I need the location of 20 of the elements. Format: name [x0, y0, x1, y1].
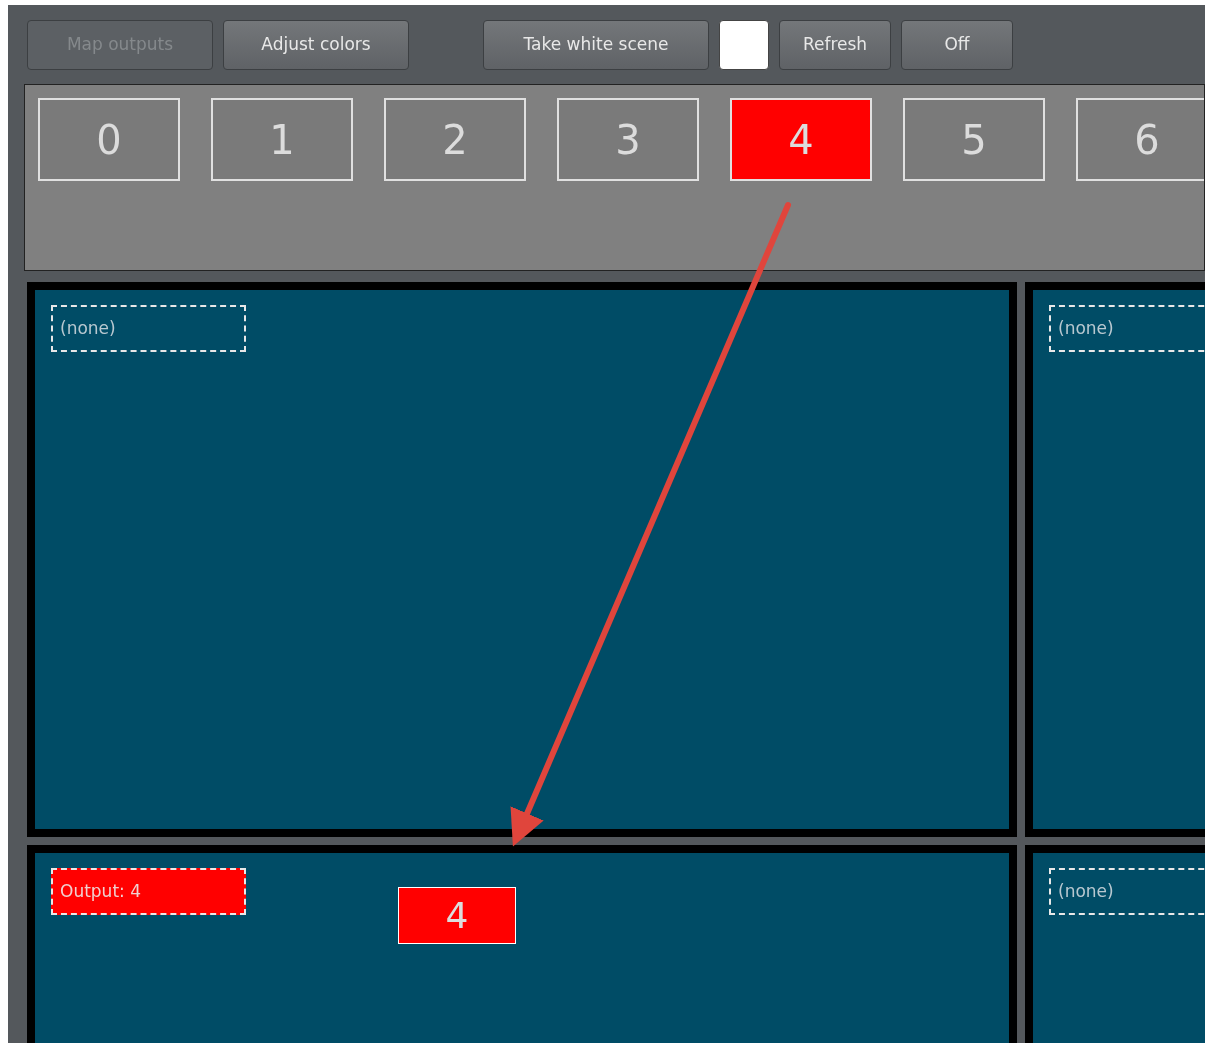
toolbar-button[interactable]: Adjust colors — [223, 19, 409, 70]
color-swatch[interactable] — [719, 19, 769, 70]
drag-tile[interactable]: 4 — [398, 887, 516, 944]
cell-label: (none) — [1049, 868, 1205, 915]
canvas-cell[interactable]: (none) — [27, 282, 1017, 837]
cell-label: (none) — [1049, 305, 1205, 352]
toolbar-button[interactable]: Off — [901, 19, 1013, 70]
cell-label: Output: 4 — [51, 868, 246, 915]
output-tile[interactable]: 1 — [211, 98, 353, 181]
cell-label: (none) — [51, 305, 246, 352]
output-tile[interactable]: 0 — [38, 98, 180, 181]
output-tile[interactable]: 6 — [1076, 98, 1204, 181]
toolbar-button[interactable]: Take white scene — [483, 19, 709, 70]
output-tile[interactable]: 2 — [384, 98, 526, 181]
output-tile[interactable]: 5 — [903, 98, 1045, 181]
canvas-cell[interactable]: (none) — [1025, 845, 1205, 1043]
output-tile[interactable]: 3 — [557, 98, 699, 181]
output-tile[interactable]: 4 — [730, 98, 872, 181]
toolbar-button[interactable]: Refresh — [779, 19, 891, 70]
canvas-cell[interactable]: (none) — [1025, 282, 1205, 837]
